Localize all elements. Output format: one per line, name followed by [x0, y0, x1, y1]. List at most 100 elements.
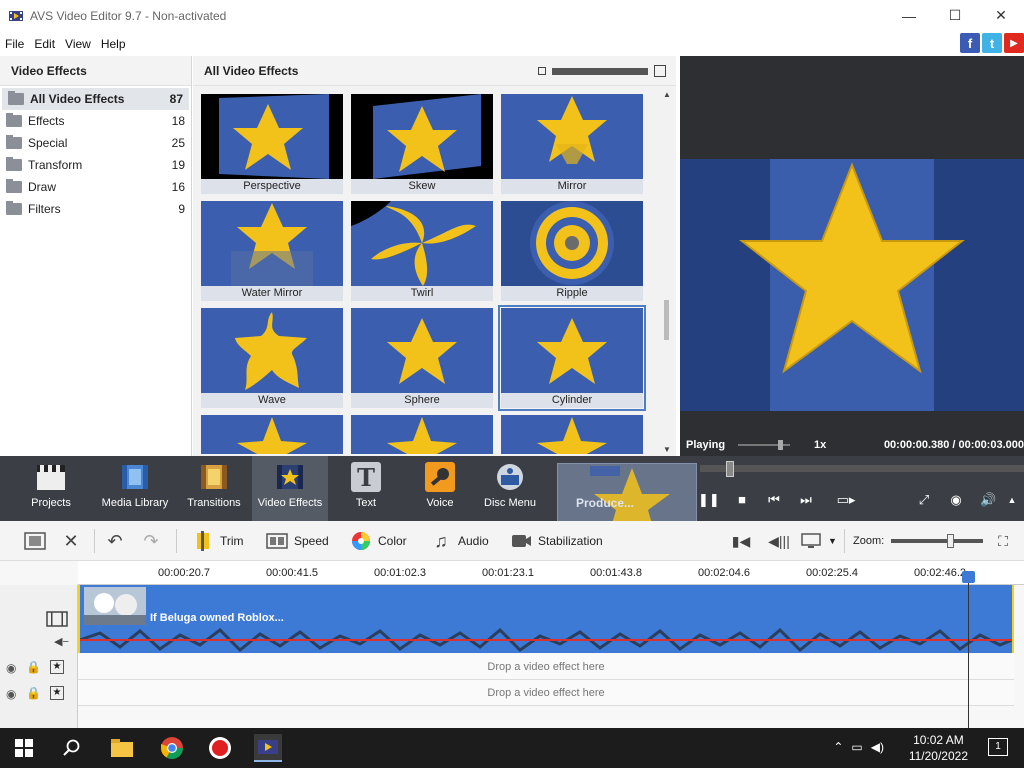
search-icon[interactable] [58, 734, 86, 762]
large-thumbnails-icon[interactable] [654, 65, 666, 77]
video-effects-button[interactable]: Video Effects [252, 456, 328, 521]
projects-button[interactable]: Projects [22, 456, 80, 521]
audio-mixer-button[interactable]: ◀||| [768, 531, 796, 551]
disc-menu-button[interactable]: Disc Menu [482, 456, 538, 521]
time-ruler[interactable]: 00:00:20.7 00:00:41.5 00:01:02.3 00:01:2… [78, 561, 1024, 585]
visibility-eye-icon[interactable]: ◉ [6, 687, 16, 701]
category-effects[interactable]: Effects 18 [0, 110, 191, 132]
speaker-icon[interactable]: ◀) [871, 740, 884, 754]
scroll-down-icon[interactable]: ▼ [662, 445, 672, 454]
trim-button[interactable]: Trim [192, 531, 244, 551]
thumbnail-size-slider[interactable] [538, 65, 666, 77]
taskbar-clock[interactable]: 10:02 AM 11/20/2022 [909, 732, 968, 764]
seek-thumb[interactable] [726, 461, 734, 477]
pause-icon[interactable]: ❚❚ [698, 492, 720, 508]
stabilization-button[interactable]: Stabilization [510, 531, 603, 551]
ruler-tick: 00:01:23.1 [482, 567, 534, 579]
next-frame-icon[interactable]: ⏭ [798, 492, 814, 508]
effect-tile-partial[interactable] [201, 415, 343, 454]
split-button[interactable]: ▮◀ [730, 531, 758, 551]
storyboard-toggle-button[interactable] [24, 531, 52, 551]
effect-tile-mirror[interactable]: Mirror [501, 94, 643, 194]
minimize-button[interactable]: — [886, 0, 932, 31]
chrome-icon[interactable] [158, 734, 186, 762]
split-icon: ▮◀ [731, 532, 751, 549]
effect-tile-cylinder[interactable]: Cylinder [498, 305, 646, 411]
menu-file[interactable]: File [0, 37, 29, 51]
speed-slider-thumb[interactable] [778, 440, 783, 450]
aspect-ratio-dropdown[interactable]: ▼ [800, 531, 837, 551]
close-button[interactable]: ✕ [978, 0, 1024, 31]
menu-view[interactable]: View [60, 37, 96, 51]
maximize-button[interactable]: ☐ [932, 0, 978, 31]
thumbnail-size-track[interactable] [552, 67, 648, 75]
video-clip[interactable]: If Beluga owned Roblox... [78, 585, 1014, 653]
effects-scrollbar[interactable]: ▲ ▼ [662, 90, 672, 454]
color-button[interactable]: Color [350, 531, 407, 551]
fullscreen-toggle-icon[interactable]: ▭▸ [834, 492, 858, 508]
effect-tile-water-mirror[interactable]: Water Mirror [201, 201, 343, 301]
effect-tile-wave[interactable]: Wave [201, 308, 343, 408]
playhead-handle[interactable] [962, 571, 975, 583]
redo-button[interactable]: ↷ [140, 531, 168, 551]
transitions-button[interactable]: Transitions [186, 456, 242, 521]
preview-status-bar: Playing 1x 00:00:00.380 / 00:00:03.000 [680, 436, 1024, 454]
effect-tile-partial[interactable] [351, 415, 493, 454]
category-transform[interactable]: Transform 19 [0, 154, 191, 176]
category-special[interactable]: Special 25 [0, 132, 191, 154]
visibility-eye-icon[interactable]: ◉ [6, 661, 16, 675]
color-label: Color [378, 534, 407, 548]
effect-tile-partial[interactable] [501, 415, 643, 454]
category-draw[interactable]: Draw 16 [0, 176, 191, 198]
stop-icon[interactable]: ■ [734, 492, 750, 508]
effect-track-1[interactable]: Drop a video effect here [78, 654, 1014, 680]
snapshot-camera-icon[interactable]: ◉ [948, 492, 964, 508]
lock-icon[interactable]: 🔒 [26, 660, 41, 674]
volume-icon[interactable]: 🔊 [980, 492, 996, 508]
text-button[interactable]: T Text [344, 456, 388, 521]
playback-speed-slider[interactable] [738, 440, 790, 450]
tray-chevron-up-icon[interactable]: ⌃ [833, 740, 843, 754]
transitions-label: Transitions [187, 497, 241, 509]
lock-icon[interactable]: 🔒 [26, 686, 41, 700]
small-thumbnails-icon[interactable] [538, 67, 546, 75]
effect-tile-ripple[interactable]: Ripple [501, 201, 643, 301]
previous-frame-icon[interactable]: ⏮ [766, 492, 782, 508]
audio-mute-speaker-icon[interactable]: ◀− [54, 635, 69, 648]
youtube-icon[interactable]: ▶ [1004, 33, 1024, 53]
timeline-zoom-thumb[interactable] [947, 534, 954, 548]
undo-button[interactable]: ↶ [104, 531, 132, 551]
file-explorer-icon[interactable] [108, 734, 136, 762]
twitter-icon[interactable]: t [982, 33, 1002, 53]
network-icon[interactable]: ▭ [851, 740, 862, 754]
effect-tile-sphere[interactable]: Sphere [351, 308, 493, 408]
volume-menu-arrow-icon[interactable]: ▲ [1006, 492, 1018, 508]
menu-edit[interactable]: Edit [29, 37, 60, 51]
category-all-video-effects[interactable]: All Video Effects 87 [2, 88, 189, 110]
scroll-up-icon[interactable]: ▲ [662, 90, 672, 99]
avs-video-editor-taskbar-icon[interactable] [254, 734, 282, 762]
effect-tile-twirl[interactable]: Twirl [351, 201, 493, 301]
scrollbar-thumb[interactable] [664, 300, 669, 340]
windows-start-icon[interactable] [10, 734, 38, 762]
timeline-zoom-slider[interactable] [891, 534, 983, 548]
voice-button[interactable]: Voice [418, 456, 462, 521]
effect-track-2[interactable]: Drop a video effect here [78, 680, 1014, 706]
menu-help[interactable]: Help [96, 37, 131, 51]
effect-star-icon[interactable]: ★ [50, 660, 64, 674]
category-filters[interactable]: Filters 9 [0, 198, 191, 220]
effect-tile-skew[interactable]: Skew [351, 94, 493, 194]
preview-seek-bar[interactable] [700, 461, 1024, 477]
delete-button[interactable]: ✕ [60, 531, 88, 551]
speed-button[interactable]: Speed [266, 531, 329, 551]
screen-recorder-icon[interactable] [206, 734, 234, 762]
media-library-button[interactable]: Media Library [100, 456, 170, 521]
notifications-icon[interactable]: 1 [988, 738, 1008, 756]
facebook-icon[interactable]: f [960, 33, 980, 53]
effect-tile-perspective[interactable]: Perspective [201, 94, 343, 194]
fit-screen-icon[interactable]: ⤢ [916, 492, 932, 508]
effect-star-icon[interactable]: ★ [50, 686, 64, 700]
audio-button[interactable]: ♫ Audio [430, 531, 488, 551]
fit-timeline-button[interactable]: ⛶ [992, 531, 1020, 551]
timeline-playhead[interactable] [962, 571, 975, 728]
